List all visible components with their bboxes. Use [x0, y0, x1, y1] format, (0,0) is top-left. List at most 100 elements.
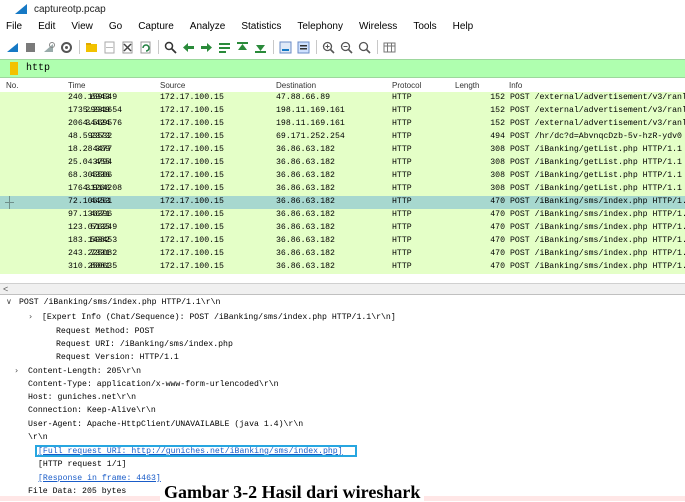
menu-tools[interactable]: Tools [413, 21, 436, 32]
menu-edit[interactable]: Edit [38, 21, 55, 32]
packet-row[interactable]: 8081 310.250635 172.17.100.15 36.86.63.182 H… [0, 261, 685, 274]
detail-line: Request Method: POST [56, 327, 155, 336]
menu-analyze[interactable]: Analyze [190, 21, 226, 32]
packet-cell-src: 172.17.100.15 [160, 119, 224, 128]
packet-row[interactable]: 4453 72.106261 172.17.100.15 36.86.63.182 HT… [0, 196, 685, 209]
menu-go[interactable]: Go [109, 21, 122, 32]
column-header-no[interactable]: No. [6, 81, 18, 90]
packet-cell-len: 152 [490, 93, 505, 102]
packet-row[interactable]: 7331 243.225082 172.17.100.15 36.86.63.182 H… [0, 248, 685, 261]
column-header-info[interactable]: Info [509, 81, 522, 90]
packet-cell-dst: 36.86.63.182 [276, 197, 335, 206]
main-toolbar [0, 36, 685, 58]
toolbar-separator [377, 40, 378, 54]
toolbar-separator [158, 40, 159, 54]
first-packet-icon[interactable] [236, 41, 249, 54]
menu-capture[interactable]: Capture [138, 21, 174, 32]
packet-cell-src: 172.17.100.15 [160, 262, 224, 271]
save-file-icon[interactable] [103, 41, 116, 54]
menu-wireless[interactable]: Wireless [359, 21, 397, 32]
packet-cell-dst: 198.11.169.161 [276, 119, 345, 128]
display-filter-input[interactable]: http [26, 63, 50, 74]
packet-cell-info: POST /iBanking/getList.php HTTP/1.1 [510, 171, 682, 180]
column-header-len[interactable]: Length [455, 81, 479, 90]
packet-cell-src: 172.17.100.15 [160, 223, 224, 232]
packet-cell-src: 172.17.100.15 [160, 132, 224, 141]
packet-cell-dst: 36.86.63.182 [276, 223, 335, 232]
packet-cell-src: 172.17.100.15 [160, 93, 224, 102]
collapsed-chevron-icon[interactable]: › [29, 312, 32, 321]
packet-row[interactable]: 31206 1764.914208 172.17.100.15 36.86.63.18… [0, 183, 685, 196]
capture-options-icon[interactable] [60, 41, 73, 54]
packet-row[interactable]: 5982 183.143453 172.17.100.15 36.86.63.182 H… [0, 235, 685, 248]
column-header-proto[interactable]: Protocol [392, 81, 421, 90]
detail-line: POST /iBanking/sms/index.php HTTP/1.1\r\… [19, 298, 221, 307]
menu-help[interactable]: Help [453, 21, 474, 32]
packet-cell-len: 308 [490, 145, 505, 154]
detail-line: Request Version: HTTP/1.1 [56, 353, 179, 362]
detail-line[interactable]: [Response in frame: 4463] [38, 473, 161, 484]
packet-cell-len: 152 [490, 106, 505, 115]
title-bar: captureotp.pcap [0, 0, 685, 18]
packet-cell-dst: 36.86.63.182 [276, 236, 335, 245]
colorize-icon[interactable] [297, 41, 310, 54]
reload-file-icon[interactable] [139, 41, 152, 54]
packet-cell-time: 243.225082 [68, 249, 118, 258]
packet-cell-dst: 47.88.66.89 [276, 93, 331, 102]
find-packet-icon[interactable] [164, 41, 177, 54]
go-forward-icon[interactable] [200, 41, 213, 54]
packet-cell-proto: HTTP [392, 184, 412, 193]
zoom-in-icon[interactable] [322, 41, 335, 54]
restart-capture-icon[interactable] [42, 41, 55, 54]
stop-capture-icon[interactable] [24, 41, 37, 54]
packet-row[interactable]: 6943 240.159549 172.17.100.15 47.88.66.89 HT… [0, 92, 685, 105]
pane-divider[interactable] [0, 294, 685, 295]
start-capture-icon[interactable] [6, 41, 19, 54]
detail-line: Content-Type: application/x-www-form-url… [28, 380, 279, 389]
normal-size-icon[interactable] [358, 41, 371, 54]
packet-cell-proto: HTTP [392, 158, 412, 167]
menu-telephony[interactable]: Telephony [297, 21, 343, 32]
zoom-out-icon[interactable] [340, 41, 353, 54]
autoscroll-icon[interactable] [279, 41, 292, 54]
packet-row[interactable]: 4671 97.136396 172.17.100.15 36.86.63.182 HT… [0, 209, 685, 222]
packet-cell-time: 1764.914208 [68, 184, 123, 193]
packet-row[interactable]: 2373 48.593532 172.17.100.15 69.171.252.254… [0, 131, 685, 144]
packet-row[interactable]: 455 25.043794 172.17.100.15 36.86.63.182 HTT… [0, 157, 685, 170]
last-packet-icon[interactable] [254, 41, 267, 54]
packet-cell-dst: 36.86.63.182 [276, 210, 335, 219]
menu-file[interactable]: File [6, 21, 22, 32]
expanded-chevron-icon[interactable]: ∨ [6, 297, 12, 306]
packet-cell-src: 172.17.100.15 [160, 171, 224, 180]
column-header-dst[interactable]: Destination [276, 81, 316, 90]
collapsed-chevron-icon[interactable]: › [15, 366, 18, 375]
packet-cell-time: 48.593532 [68, 132, 113, 141]
full-uri-highlight-box [35, 445, 357, 457]
packet-cell-src: 172.17.100.15 [160, 106, 224, 115]
menu-statistics[interactable]: Statistics [241, 21, 281, 32]
column-header-src[interactable]: Source [160, 81, 185, 90]
packet-row[interactable]: 5135 123.076249 172.17.100.15 36.86.63.182 H… [0, 222, 685, 235]
go-back-icon[interactable] [182, 41, 195, 54]
packet-cell-info: POST /external/advertisement/v3/ranl [510, 93, 685, 102]
close-file-icon[interactable] [121, 41, 134, 54]
packet-row[interactable]: 34424 2064.569576 172.17.100.15 198.11.169.… [0, 118, 685, 131]
open-file-icon[interactable] [85, 41, 98, 54]
display-filter-bar[interactable]: http [0, 59, 685, 78]
packet-cell-time: 2064.569576 [68, 119, 123, 128]
bookmark-icon[interactable] [10, 62, 18, 75]
resize-columns-icon[interactable] [383, 41, 396, 54]
packet-row[interactable]: 4336 68.305506 172.17.100.15 36.86.63.182 HT… [0, 170, 685, 183]
menu-view[interactable]: View [71, 21, 93, 32]
column-header-time[interactable]: Time [68, 81, 85, 90]
packet-cell-proto: HTTP [392, 236, 412, 245]
detail-line: \r\n [28, 433, 48, 442]
packet-row[interactable]: 29949 1735.231654 172.17.100.15 198.11.169.… [0, 105, 685, 118]
packet-cell-src: 172.17.100.15 [160, 197, 224, 206]
packet-cell-len: 470 [490, 249, 505, 258]
packet-cell-src: 172.17.100.15 [160, 249, 224, 258]
packet-row[interactable]: 309 18.284477 172.17.100.15 36.86.63.182 HTT… [0, 144, 685, 157]
packet-cell-src: 172.17.100.15 [160, 184, 224, 193]
packet-cell-len: 152 [490, 119, 505, 128]
go-to-packet-icon[interactable] [218, 41, 231, 54]
